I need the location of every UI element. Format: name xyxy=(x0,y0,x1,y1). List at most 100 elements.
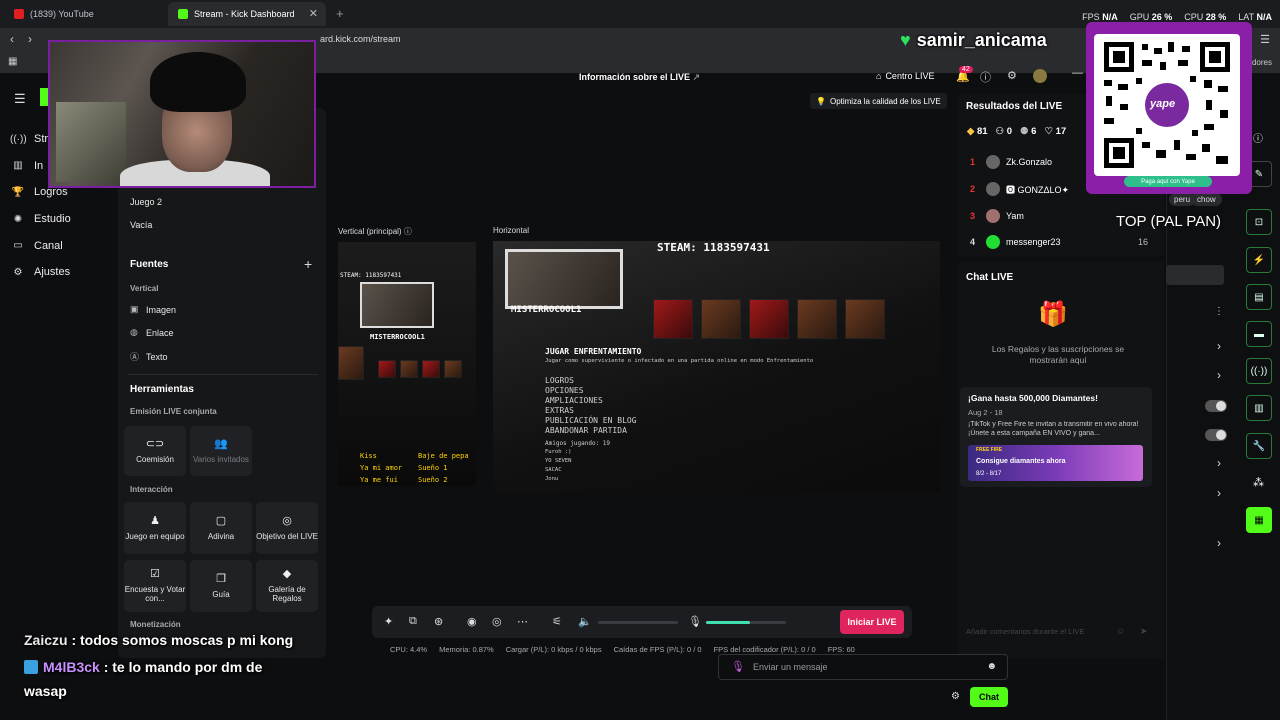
more-icon[interactable]: ⋯ xyxy=(517,615,528,628)
magic-wand-icon[interactable]: ✦ xyxy=(384,615,393,628)
add-source-icon[interactable]: + xyxy=(304,256,312,272)
more-vertical-icon[interactable]: ⋮ xyxy=(1214,306,1224,317)
chat-bubble-icon[interactable]: ▬ xyxy=(1246,321,1272,347)
scene-vacia[interactable]: Vacía xyxy=(130,220,152,230)
speaker-icon[interactable]: 🔈 xyxy=(578,615,592,628)
tab-kick-dashboard[interactable]: Stream - Kick Dashboard ✕ xyxy=(168,2,326,26)
live-info-title[interactable]: Información sobre el LIVE ↗ xyxy=(579,72,700,83)
speaker-volume-slider[interactable] xyxy=(598,621,678,624)
mic-volume-slider[interactable] xyxy=(706,621,786,624)
friend-item: Jonu xyxy=(545,476,559,482)
dock-field[interactable] xyxy=(1166,265,1224,285)
ranking-row[interactable]: 4 messenger23 xyxy=(970,235,1061,249)
lightning-icon[interactable]: ⚡ xyxy=(1246,247,1272,273)
control-bar: ✦ ⧉ ⊛ ◉ ◎ ⋯ ⚟ 🔈 🎙 xyxy=(372,606,912,638)
tile-label: Galería de Regalos xyxy=(268,585,306,604)
chevron-right-icon[interactable]: › xyxy=(1217,339,1221,353)
source-enlace[interactable]: ◍ Enlace xyxy=(130,327,174,338)
menu-icon[interactable]: ☰ xyxy=(1260,33,1270,46)
minimize-icon[interactable]: — xyxy=(1072,67,1083,79)
varios-invitados-tile[interactable]: 👥 Varios invitados xyxy=(190,426,252,476)
record-icon[interactable]: ◉ xyxy=(467,615,477,628)
back-icon[interactable]: ‹ xyxy=(10,32,14,46)
gift-box-icon: 🎁 xyxy=(1038,301,1068,328)
optimize-quality-banner[interactable]: 💡 Optimiza la calidad de los LIVE xyxy=(810,93,947,109)
forward-icon[interactable]: › xyxy=(28,32,32,46)
gear-icon[interactable]: ⚙ xyxy=(951,691,960,702)
apps-grid-icon[interactable]: ▦ xyxy=(8,56,17,67)
start-live-button[interactable]: Iniciar LIVE xyxy=(840,610,904,634)
nav-item-ajustes[interactable]: ⚙ Ajustes xyxy=(10,259,120,286)
coemision-tile[interactable]: ⊂⊃ Coemisión xyxy=(124,426,186,476)
preview-steam-id: STEAM: 1183597431 xyxy=(340,272,402,279)
layout-icon[interactable]: ⧉ xyxy=(409,615,417,628)
emoji-icon[interactable]: ☺ xyxy=(1116,626,1125,636)
rank-name: Yam xyxy=(1006,211,1024,221)
send-icon[interactable]: ➤ xyxy=(1140,626,1148,637)
comment-input[interactable]: Añadir comentarios durante el LIVE xyxy=(966,627,1084,636)
objetivo-tile[interactable]: ◎ Objetivo del LIVE xyxy=(256,502,318,554)
bookmark-more[interactable]: dores xyxy=(1252,58,1272,67)
clapper-icon[interactable]: ▦ xyxy=(1246,507,1272,533)
promo-cta: Consigue diamantes ahora xyxy=(976,458,1066,465)
source-texto[interactable]: Ⓐ Texto xyxy=(130,350,168,363)
status-fps: FPS: 60 xyxy=(827,645,855,654)
chart-icon: ▥ xyxy=(13,160,23,172)
guia-tile[interactable]: ❐ Guía xyxy=(190,560,252,612)
scene-juego-2[interactable]: Juego 2 xyxy=(130,197,162,207)
emoji-icon[interactable]: ☻ xyxy=(986,661,997,672)
toggle-switch[interactable] xyxy=(1205,400,1227,412)
vertical-preview[interactable]: STEAM: 1183597431 MISTERROCOOL1 Kiss Baj… xyxy=(338,242,476,486)
new-tab-button[interactable]: + xyxy=(336,6,344,21)
chevron-right-icon[interactable]: › xyxy=(1217,486,1221,500)
sliders-icon[interactable]: ⚟ xyxy=(552,615,562,628)
broadcast-icon[interactable]: ((·)) xyxy=(1246,358,1272,384)
effects-icon[interactable]: ⊛ xyxy=(434,615,443,628)
promo-banner[interactable]: FREE FIRE Consigue diamantes ahora 8/2 -… xyxy=(968,445,1143,481)
info-icon[interactable]: ⓘ xyxy=(1253,130,1263,145)
ranking-row[interactable]: 1 Zk.Gonzalo xyxy=(970,155,1052,169)
trophy-icon: 🏆 xyxy=(11,186,25,198)
status-line: CPU: 4.4% Memoria: 0.87% Cargar (P/L): 0… xyxy=(390,645,855,654)
webcam-bed xyxy=(56,102,126,182)
chat-input[interactable]: 🎙 Enviar un mensaje ☻ xyxy=(718,654,1008,680)
microphone-icon[interactable]: 🎙 xyxy=(688,615,702,628)
juego-equipo-tile[interactable]: ♟ Juego en equipo xyxy=(124,502,186,554)
microphone-icon[interactable]: 🎙 xyxy=(731,660,745,673)
tag-chip[interactable]: chow xyxy=(1191,193,1222,206)
camera-switch-icon[interactable]: ◎ xyxy=(492,615,502,628)
nav-item-canal[interactable]: ▭ Canal xyxy=(10,232,120,259)
encuesta-tile[interactable]: ☑ Encuesta y Votar con... xyxy=(124,560,186,612)
chevron-right-icon[interactable]: › xyxy=(1217,456,1221,470)
chevron-right-icon[interactable]: › xyxy=(1217,536,1221,550)
divider xyxy=(128,374,318,375)
hamburger-icon[interactable]: ☰ xyxy=(14,90,26,108)
chat-send-button[interactable]: Chat xyxy=(970,687,1008,707)
help-icon[interactable]: ⓘ xyxy=(980,69,991,85)
toggle-switch[interactable] xyxy=(1205,429,1227,441)
ranking-row[interactable]: 2 🅾 GONZΔLO✦ xyxy=(970,182,1069,196)
menu-desc: Jugar como superviviente o infectado en … xyxy=(545,358,814,364)
avatar[interactable] xyxy=(1033,69,1047,83)
chevron-right-icon[interactable]: › xyxy=(1217,368,1221,382)
source-imagen[interactable]: ▣ Imagen xyxy=(130,304,176,315)
nav-item-estudio[interactable]: ✺ Estudio xyxy=(10,206,120,233)
tab-youtube[interactable]: (1839) YouTube xyxy=(4,2,164,26)
camera-icon[interactable]: ⊡ xyxy=(1246,209,1272,235)
close-icon[interactable]: ✕ xyxy=(309,7,318,20)
share-icon[interactable]: ↗ xyxy=(693,72,701,82)
adivina-tile[interactable]: ▢ Adivina xyxy=(190,502,252,554)
url-field[interactable]: ard.kick.com/stream xyxy=(320,34,401,44)
horizontal-preview[interactable]: STEAM: 1183597431 MISTERROCOOL1 JUGAR EN… xyxy=(493,241,940,492)
shapes-icon[interactable]: ⁂ xyxy=(1253,476,1264,489)
galeria-tile[interactable]: ◆ Galería de Regalos xyxy=(256,560,318,612)
results-title: Resultados del LIVE xyxy=(966,101,1063,112)
server-icon[interactable]: ▥ xyxy=(1246,395,1272,421)
settings-icon: ⚙ xyxy=(13,266,23,278)
info-icon[interactable]: ⓘ xyxy=(404,227,412,236)
gear-icon[interactable]: ⚙ xyxy=(1007,69,1017,82)
wrench-icon[interactable]: 🔧 xyxy=(1246,433,1272,459)
ranking-row[interactable]: 3 Yam xyxy=(970,209,1024,223)
centro-live-button[interactable]: ⌂ Centro LIVE xyxy=(876,71,934,81)
clipboard-icon[interactable]: ▤ xyxy=(1246,284,1272,310)
